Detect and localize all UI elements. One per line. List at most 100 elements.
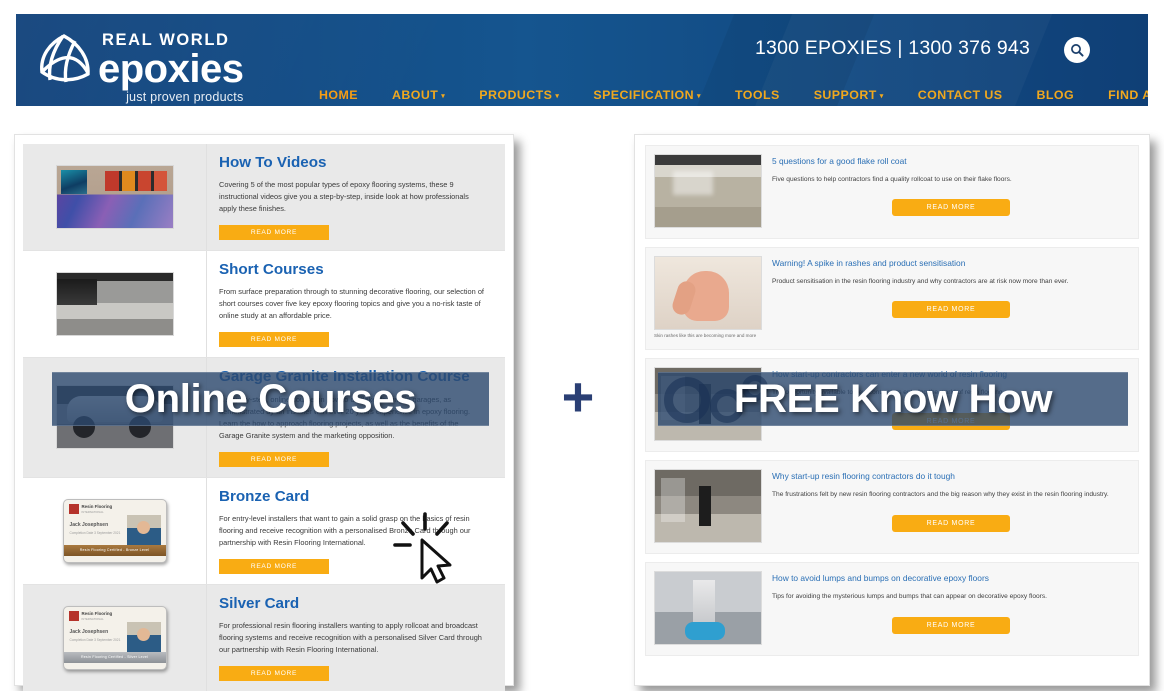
blog-title[interactable]: Why start-up resin flooring contractors … bbox=[772, 471, 1130, 482]
plus-separator: + bbox=[561, 365, 595, 428]
course-row[interactable]: Resin Flooring INTERNATIONAL Jack Josephse… bbox=[23, 584, 505, 691]
free-know-how-banner: FREE Know How bbox=[658, 372, 1128, 426]
read-more-button[interactable]: READ MORE bbox=[892, 199, 1010, 217]
course-row[interactable]: Short Courses From surface preparation th… bbox=[23, 251, 505, 359]
blog-row[interactable]: 5 questions for a good flake roll coat Fi… bbox=[645, 145, 1139, 239]
card-portrait bbox=[126, 514, 161, 547]
gallery-floor-photo-icon bbox=[55, 165, 174, 230]
card-level-band: Resin Flooring Certified - Bronze Level bbox=[63, 544, 166, 556]
blog-description: Product sensitisation in the resin floor… bbox=[772, 277, 1069, 285]
chevron-down-icon: ▾ bbox=[441, 92, 446, 100]
card-meta: Completion Date 3 September 2021 bbox=[69, 637, 121, 642]
course-body: Silver Card For professional resin floori… bbox=[207, 585, 505, 691]
course-title[interactable]: Short Courses bbox=[219, 261, 491, 279]
blog-thumbnail-cell bbox=[654, 154, 772, 228]
nav-item-contact-us[interactable]: CONTACT US bbox=[901, 88, 1020, 102]
search-icon bbox=[1071, 44, 1084, 57]
course-description: Covering 5 of the most popular types of … bbox=[219, 180, 469, 214]
course-thumbnail-cell: Resin Flooring INTERNATIONAL Jack Josephse… bbox=[23, 584, 207, 691]
blog-thumbnail-cell bbox=[654, 571, 772, 646]
chevron-down-icon: ▾ bbox=[879, 92, 884, 100]
course-row[interactable]: How To Videos Covering 5 of the most popu… bbox=[23, 144, 505, 252]
nav-item-find-an-installer[interactable]: FIND AN INSTALLER bbox=[1091, 88, 1148, 102]
read-more-button[interactable]: READ MORE bbox=[219, 665, 329, 681]
blog-row[interactable]: How to avoid lumps and bumps on decorati… bbox=[645, 562, 1139, 657]
blog-thumbnail-caption: Skin rashes like this are becoming more … bbox=[654, 333, 757, 338]
read-more-button[interactable]: READ MORE bbox=[219, 225, 329, 241]
header-phone-number[interactable]: 1300 EPOXIES | 1300 376 943 bbox=[755, 37, 1030, 60]
read-more-button[interactable]: READ MORE bbox=[892, 301, 1010, 319]
wet-flake-floor-photo-icon bbox=[654, 154, 762, 228]
nav-item-label: TOOLS bbox=[734, 88, 780, 102]
card-portrait bbox=[126, 621, 161, 654]
read-more-button[interactable]: READ MORE bbox=[219, 451, 329, 467]
warehouse-floor-photo-icon bbox=[55, 272, 174, 337]
read-more-button[interactable]: READ MORE bbox=[219, 332, 329, 348]
nav-item-home[interactable]: HOME bbox=[302, 88, 375, 102]
nav-item-about[interactable]: ABOUT ▾ bbox=[375, 88, 462, 102]
logo-wordmark: REAL WORLD epoxies just proven products bbox=[98, 22, 244, 104]
search-button[interactable] bbox=[1064, 37, 1090, 63]
blog-thumbnail-cell bbox=[654, 469, 772, 544]
logo-tagline: just proven products bbox=[126, 89, 244, 104]
card-meta: Completion Date 3 September 2021 bbox=[69, 530, 121, 535]
chevron-down-icon: ▾ bbox=[697, 92, 701, 100]
course-description: From surface preparation through to stun… bbox=[219, 287, 484, 321]
nav-item-label: SPECIFICATION bbox=[593, 88, 694, 102]
card-holder-name: Jack Josephsen bbox=[69, 628, 109, 635]
blog-row[interactable]: Why start-up resin flooring contractors … bbox=[645, 460, 1139, 555]
epoxies-globe-logo-icon bbox=[40, 34, 90, 83]
course-body: Short Courses From surface preparation th… bbox=[207, 251, 505, 357]
nav-item-products[interactable]: PRODUCTS ▾ bbox=[462, 88, 576, 102]
online-courses-banner-label: Online Courses bbox=[124, 376, 417, 421]
card-level-band: Resin Flooring Certified - Silver Level bbox=[63, 651, 166, 663]
site-logo[interactable]: REAL WORLD epoxies just proven products bbox=[34, 22, 296, 104]
blog-body: Warning! A spike in rashes and product s… bbox=[772, 256, 1130, 319]
blog-thumbnail-cell: Skin rashes like this are becoming more … bbox=[654, 256, 772, 339]
blog-row[interactable]: Skin rashes like this are becoming more … bbox=[645, 247, 1139, 351]
blog-description: Tips for avoiding the mysterious lumps a… bbox=[772, 593, 1048, 601]
installer-squeegee-photo-icon bbox=[654, 469, 762, 544]
course-title[interactable]: Bronze Card bbox=[219, 488, 491, 506]
blog-body: How to avoid lumps and bumps on decorati… bbox=[772, 571, 1130, 634]
read-more-button[interactable]: READ MORE bbox=[219, 558, 329, 574]
blog-body: 5 questions for a good flake roll coat Fi… bbox=[772, 154, 1130, 217]
nav-item-specification[interactable]: SPECIFICATION ▾ bbox=[576, 88, 718, 102]
blog-title[interactable]: 5 questions for a good flake roll coat bbox=[772, 156, 1130, 167]
logo-line-2: epoxies bbox=[98, 46, 244, 91]
nav-item-blog[interactable]: BLOG bbox=[1020, 88, 1092, 102]
read-more-button[interactable]: READ MORE bbox=[892, 514, 1010, 532]
card-brand: Resin Flooring bbox=[81, 610, 113, 616]
epoxy-bumps-photo-icon bbox=[654, 571, 762, 646]
blog-description: The frustrations felt by new resin floor… bbox=[772, 491, 1109, 499]
card-brand-sub: INTERNATIONAL bbox=[81, 509, 104, 514]
nav-item-support[interactable]: SUPPORT ▾ bbox=[797, 88, 901, 102]
course-body: How To Videos Covering 5 of the most popu… bbox=[207, 144, 505, 250]
course-body: Bronze Card For entry-level installers th… bbox=[207, 478, 505, 584]
course-title[interactable]: How To Videos bbox=[219, 154, 491, 172]
course-row[interactable]: Resin Flooring INTERNATIONAL Jack Josephse… bbox=[23, 477, 505, 585]
bronze-id-card-icon: Resin Flooring INTERNATIONAL Jack Josephse… bbox=[62, 498, 167, 563]
card-brand-sub: INTERNATIONAL bbox=[81, 616, 104, 621]
nav-item-label: ABOUT bbox=[391, 88, 439, 102]
page-root: REAL WORLD epoxies just proven products … bbox=[0, 0, 1164, 691]
course-title[interactable]: Silver Card bbox=[219, 595, 491, 613]
chevron-down-icon: ▾ bbox=[555, 92, 560, 100]
nav-item-tools[interactable]: TOOLS bbox=[718, 88, 797, 102]
nav-item-label: BLOG bbox=[1036, 88, 1075, 102]
card-brand: Resin Flooring bbox=[81, 503, 113, 509]
online-courses-banner: Online Courses bbox=[52, 372, 489, 426]
read-more-button[interactable]: READ MORE bbox=[892, 616, 1010, 634]
course-description: For entry-level installers that want to … bbox=[219, 513, 471, 547]
site-header: REAL WORLD epoxies just proven products … bbox=[16, 14, 1148, 106]
course-thumbnail-cell bbox=[23, 144, 207, 251]
blog-title[interactable]: Warning! A spike in rashes and product s… bbox=[772, 258, 1130, 269]
resin-flooring-logo-icon bbox=[68, 503, 79, 514]
blog-title[interactable]: How to avoid lumps and bumps on decorati… bbox=[772, 573, 1130, 584]
blog-description: Five questions to help contractors find … bbox=[772, 175, 1012, 183]
course-description: For professional resin flooring installe… bbox=[219, 620, 482, 654]
course-thumbnail-cell bbox=[23, 251, 207, 358]
skin-rash-hand-photo-icon bbox=[654, 256, 762, 330]
main-navigation: HOME ABOUT ▾ PRODUCTS ▾ SPECIFICATION ▾ TOOLS SU… bbox=[302, 88, 1148, 102]
gear-icon bbox=[664, 377, 710, 423]
